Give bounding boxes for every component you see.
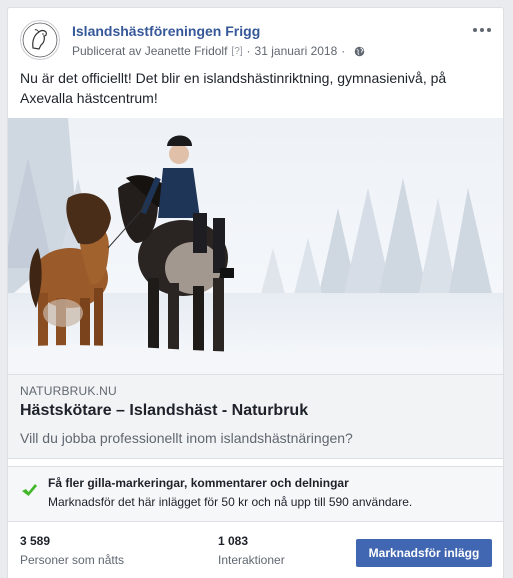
link-preview[interactable]: NATURBRUK.NU Hästskötare – Islandshäst -… [8, 374, 503, 459]
link-domain: NATURBRUK.NU [20, 384, 117, 398]
more-options-icon[interactable] [473, 26, 491, 34]
meta-separator: · [246, 44, 251, 58]
globe-icon[interactable] [354, 46, 365, 57]
engagement-value: 1 083 [218, 534, 249, 548]
post-stats: 3 589 Personer som nåtts 1 083 Interakti… [8, 522, 503, 578]
post-photo[interactable] [8, 118, 503, 374]
meta-separator: · [341, 44, 346, 58]
link-title[interactable]: Hästskötare – Islandshäst - Naturbruk [20, 402, 308, 420]
promotion-banner: Få fler gilla-markeringar, kommentarer o… [8, 466, 503, 522]
page-avatar[interactable] [20, 20, 60, 60]
page-name-link[interactable]: Islandshästföreningen Frigg [72, 23, 260, 39]
help-marker[interactable]: [?] [231, 46, 242, 57]
promotion-subtitle: Marknadsför det här inlägget för 50 kr o… [48, 495, 413, 509]
boost-post-button[interactable]: Marknadsför inlägg [356, 539, 492, 567]
horse-logo-icon [22, 22, 58, 58]
published-by[interactable]: Publicerat av Jeanette Fridolf [72, 44, 227, 58]
link-description: Vill du jobba professionellt inom island… [20, 430, 353, 446]
checkmark-icon [22, 484, 37, 496]
post-meta: Publicerat av Jeanette Fridolf [?] · 31 … [72, 44, 365, 58]
reach-label: Personer som nåtts [20, 553, 125, 567]
reach-stat: 3 589 Personer som nåtts [20, 534, 124, 567]
promotion-title: Få fler gilla-markeringar, kommentarer o… [48, 476, 349, 490]
post-header: Islandshästföreningen Frigg Publicerat a… [20, 20, 491, 62]
post-card: Islandshästföreningen Frigg Publicerat a… [7, 7, 504, 578]
engagement-label: Interaktioner [218, 553, 285, 567]
post-text: Nu är det officiellt! Det blir en island… [20, 70, 447, 106]
engagement-stat: 1 083 Interaktioner [218, 534, 285, 567]
post-date[interactable]: 31 januari 2018 [255, 44, 338, 58]
reach-value: 3 589 [20, 534, 51, 548]
